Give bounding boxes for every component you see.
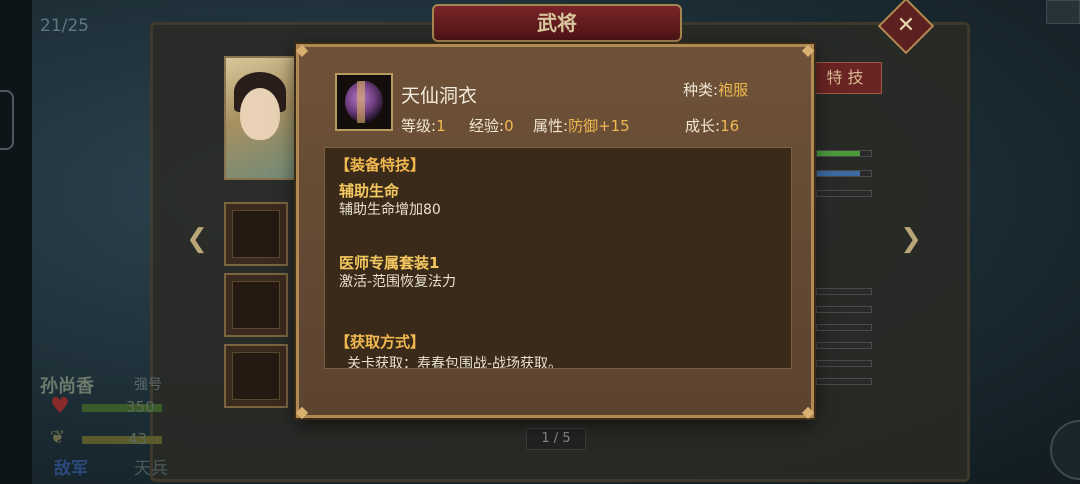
acquire-header: 【获取方式】 xyxy=(335,333,426,351)
hp-value: 350 xyxy=(126,398,155,416)
stat-bar xyxy=(816,378,872,385)
corner-ornament-icon: ◆ xyxy=(801,40,815,59)
leaf-icon: ❦ xyxy=(50,427,66,448)
side-tab-handle[interactable] xyxy=(0,90,14,150)
close-icon: ✕ xyxy=(896,13,916,38)
mp-value: 43 xyxy=(128,430,148,448)
item-level-value: 1 xyxy=(436,117,446,135)
skill-desc: 激活-范围恢复法力 xyxy=(339,274,457,290)
chevron-right-icon[interactable]: ❯ xyxy=(900,224,922,254)
equip-skill-header: 【装备特技】 xyxy=(335,156,426,174)
item-attr-label: 属性: xyxy=(533,117,569,135)
armor-icon xyxy=(232,281,280,329)
equip-slot-armor[interactable] xyxy=(224,273,288,337)
hero-portrait xyxy=(224,56,304,180)
item-name: 天仙洞衣 xyxy=(401,85,478,107)
item-attribute: 属性:防御+15 xyxy=(533,115,630,136)
item-attr-value: 防御+15 xyxy=(568,117,630,135)
faction-label: 敌军 xyxy=(54,459,88,479)
skill-desc: 辅助生命增加80 xyxy=(339,202,441,218)
item-growth: 成长:16 xyxy=(685,115,739,136)
equip-slot-weapon[interactable] xyxy=(224,202,288,266)
stat-bar xyxy=(816,360,872,367)
item-growth-value: 16 xyxy=(720,117,740,135)
acquire-desc: 关卡获取：寿春包围战-战场获取。 xyxy=(347,356,563,369)
item-exp-label: 经验: xyxy=(469,117,505,135)
item-detail-popup: ◆ ◆ ◆ ◆ 天仙洞衣 种类:袍服 等级:1 经验:0 属性:防御+15 成长… xyxy=(295,40,815,421)
portrait-face xyxy=(240,88,280,140)
robe-icon xyxy=(232,352,280,400)
stat-bar xyxy=(816,190,872,197)
item-exp: 经验:0 xyxy=(469,115,514,136)
item-exp-value: 0 xyxy=(504,117,514,135)
skill-name: 辅助生命 xyxy=(339,182,400,200)
item-growth-label: 成长: xyxy=(685,117,721,135)
panel-title: 武将 xyxy=(432,4,682,42)
troop-label: 天兵 xyxy=(134,459,168,479)
robe-band xyxy=(357,81,365,123)
left-rail xyxy=(0,0,32,484)
robe-item-icon xyxy=(335,73,393,131)
corner-ornament-icon: ◆ xyxy=(295,40,309,59)
hero-level-label: 强号 xyxy=(134,377,162,393)
pager: 1 / 5 xyxy=(526,428,586,450)
stat-bar xyxy=(816,324,872,331)
item-level: 等级:1 xyxy=(401,115,446,136)
corner-ornament-icon: ◆ xyxy=(295,402,309,421)
item-kind-label: 种类: xyxy=(683,81,719,99)
stat-bar xyxy=(816,170,872,177)
equip-slot-robe[interactable] xyxy=(224,344,288,408)
stat-bar xyxy=(816,306,872,313)
item-kind-value: 袍服 xyxy=(718,81,749,99)
skill-name: 医师专属套装1 xyxy=(339,254,440,272)
chevron-left-icon[interactable]: ❮ xyxy=(186,224,208,254)
corner-ornament-icon: ◆ xyxy=(801,402,815,421)
tab-skills[interactable]: 特 技 xyxy=(808,62,882,94)
hero-page-counter: 21/25 xyxy=(40,16,89,36)
menu-icon[interactable] xyxy=(1046,0,1080,24)
stat-bar xyxy=(816,342,872,349)
mp-bar xyxy=(82,436,162,444)
bow-icon xyxy=(232,210,280,258)
item-kind: 种类:袍服 xyxy=(683,79,748,100)
heart-icon: ♥ xyxy=(50,394,70,419)
item-detail-box[interactable]: 【装备特技】 辅助生命 辅助生命增加80 医师专属套装1 激活-范围恢复法力 【… xyxy=(324,147,792,369)
stat-bar xyxy=(816,150,872,157)
item-level-label: 等级: xyxy=(401,117,437,135)
stat-bar xyxy=(816,288,872,295)
